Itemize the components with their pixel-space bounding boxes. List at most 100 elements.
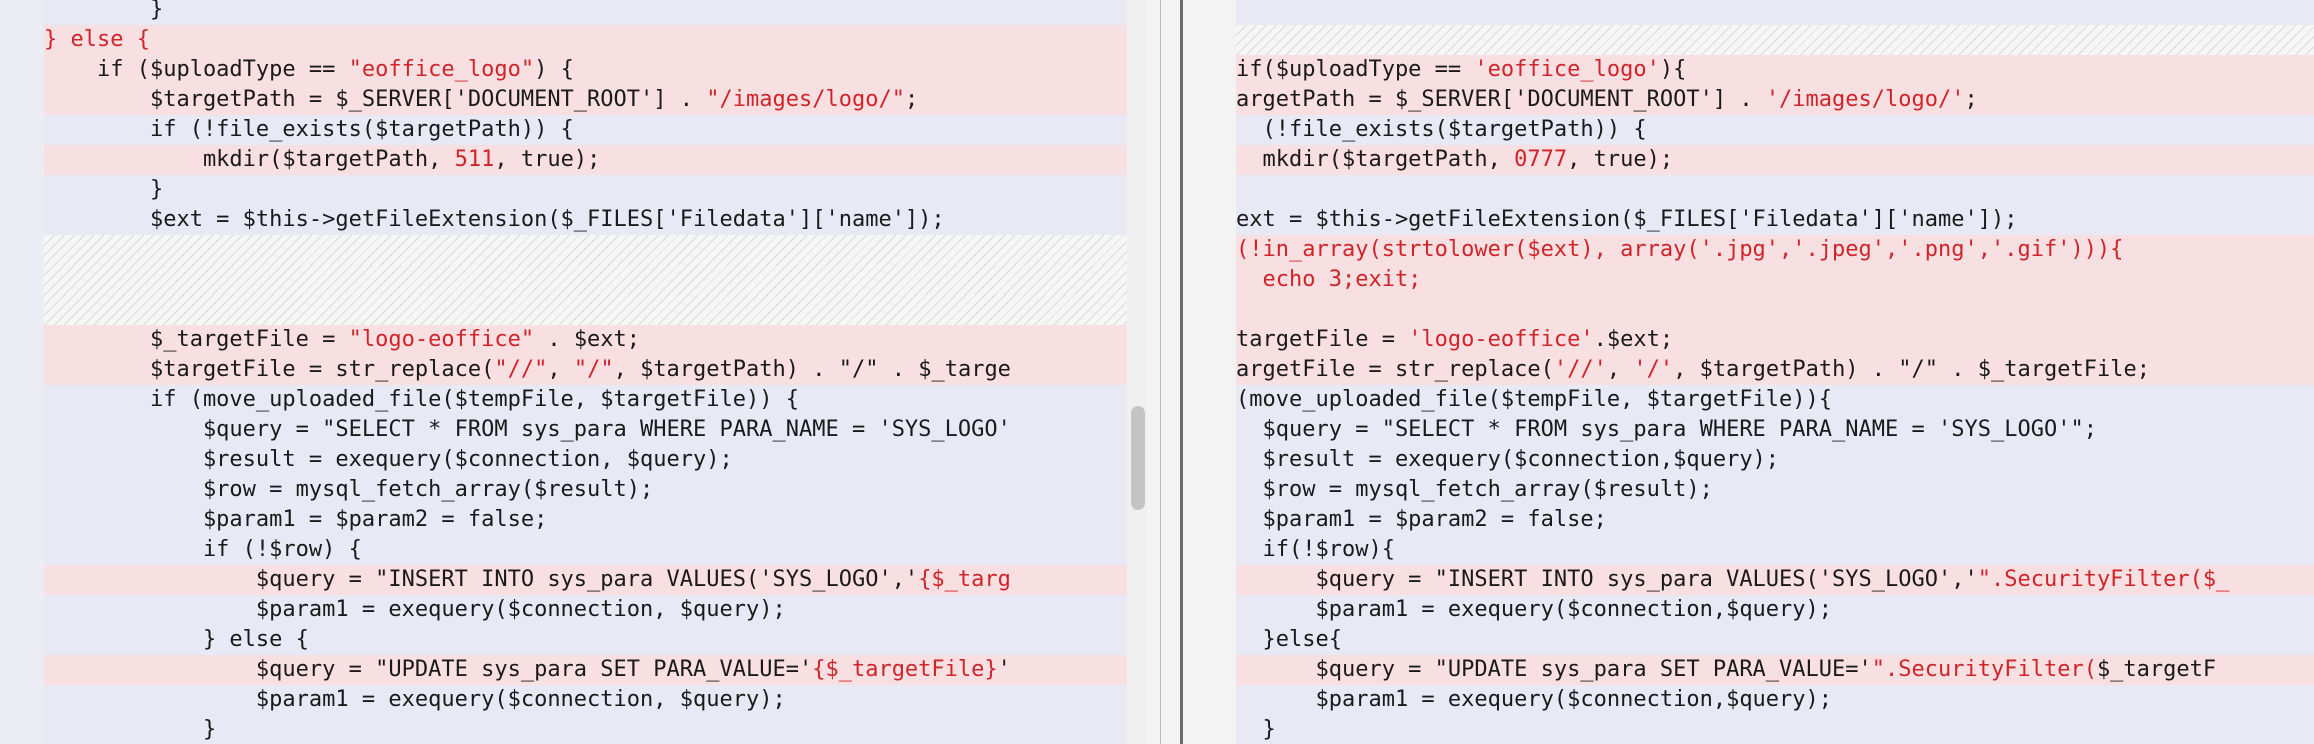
code-token: (!file_exists($targetPath)) {: [1236, 117, 1647, 142]
diff-highlight-token: ".SecurityFilter($_: [1977, 567, 2230, 592]
code-token: ': [997, 657, 1011, 682]
code-line[interactable]: $param1 = exequery($connection, $query);: [44, 595, 1127, 625]
diff-changed-line[interactable]: if($uploadType == 'eoffice_logo'){: [1236, 55, 2314, 85]
diff-changed-line[interactable]: mkdir($targetPath, 511, true);: [44, 145, 1127, 175]
code-token: $param1 = $param2 = false;: [44, 507, 548, 532]
code-line[interactable]: $result = exequery($connection,$query);: [1236, 445, 2314, 475]
code-token: $query = "INSERT INTO sys_para VALUES('S…: [44, 567, 919, 592]
code-line[interactable]: $param1 = exequery($connection,$query);: [1236, 685, 2314, 715]
code-line[interactable]: } else {: [44, 625, 1127, 655]
code-token: , $targetPath) . "/" . $_targetFile;: [1673, 357, 2150, 382]
diff-changed-line[interactable]: echo 3;exit;: [1236, 265, 2314, 295]
diff-changed-line[interactable]: $_targetFile = "logo-eoffice" . $ext;: [44, 325, 1127, 355]
code-line[interactable]: $param1 = $param2 = false;: [1236, 505, 2314, 535]
diff-changed-line[interactable]: argetPath = $_SERVER['DOCUMENT_ROOT'] . …: [1236, 85, 2314, 115]
left-pane-scrollbar-track[interactable]: [1127, 0, 1147, 744]
pane-divider-handle[interactable]: [1180, 0, 1183, 744]
diff-changed-line[interactable]: mkdir($targetPath, 0777, true);: [1236, 145, 2314, 175]
diff-highlight-token: '/images/logo/': [1765, 87, 1965, 112]
code-token: $param1 = exequery($connection,$query);: [1236, 687, 1833, 712]
left-pane-scrollbar-thumb[interactable]: [1131, 406, 1145, 510]
diff-highlight-token: 511: [454, 147, 495, 172]
code-token: argetPath = $_SERVER['DOCUMENT_ROOT'] .: [1236, 87, 1766, 112]
diff-highlight-token: 0777: [1514, 147, 1568, 172]
diff-highlight-token: '//': [1553, 357, 1607, 382]
code-line[interactable]: if (!file_exists($targetPath)) {: [44, 115, 1127, 145]
code-line[interactable]: [1236, 175, 2314, 205]
diff-changed-line[interactable]: [1236, 295, 2314, 325]
right-code-pane[interactable]: if($uploadType == 'eoffice_logo'){argetP…: [1236, 0, 2314, 744]
code-line[interactable]: $query = "SELECT * FROM sys_para WHERE P…: [1236, 415, 2314, 445]
diff-gap-placeholder: [44, 295, 1127, 325]
diff-changed-line[interactable]: $query = "UPDATE sys_para SET PARA_VALUE…: [44, 655, 1127, 685]
diff-changed-line[interactable]: targetFile = 'logo-eoffice'.$ext;: [1236, 325, 2314, 355]
code-line[interactable]: $param1 = exequery($connection, $query);: [44, 685, 1127, 715]
diff-changed-line[interactable]: $query = "INSERT INTO sys_para VALUES('S…: [44, 565, 1127, 595]
code-line[interactable]: $row = mysql_fetch_array($result);: [1236, 475, 2314, 505]
code-token: }: [44, 717, 217, 742]
code-token: $_targetFile =: [44, 327, 349, 352]
code-line[interactable]: }: [44, 175, 1127, 205]
code-line[interactable]: }else{: [1236, 625, 2314, 655]
code-line[interactable]: (move_uploaded_file($tempFile, $targetFi…: [1236, 385, 2314, 415]
code-token: (move_uploaded_file($tempFile, $targetFi…: [1236, 387, 1833, 412]
diff-changed-line[interactable]: $query = "UPDATE sys_para SET PARA_VALUE…: [1236, 655, 2314, 685]
code-token: if($uploadType ==: [1236, 57, 1475, 82]
code-line[interactable]: }: [44, 715, 1127, 744]
code-line[interactable]: [1236, 0, 2314, 25]
code-line[interactable]: ext = $this->getFileExtension($_FILES['F…: [1236, 205, 2314, 235]
code-line[interactable]: $result = exequery($connection, $query);: [44, 445, 1127, 475]
diff-highlight-token: echo 3;exit;: [1236, 267, 1422, 292]
code-line[interactable]: $param1 = $param2 = false;: [44, 505, 1127, 535]
diff-changed-line[interactable]: $targetPath = $_SERVER['DOCUMENT_ROOT'] …: [44, 85, 1127, 115]
code-line[interactable]: $query = "SELECT * FROM sys_para WHERE P…: [44, 415, 1127, 445]
diff-highlight-token: "//": [494, 357, 548, 382]
diff-highlight-token: } else {: [44, 27, 150, 52]
diff-changed-line[interactable]: $targetFile = str_replace("//", "/", $ta…: [44, 355, 1127, 385]
code-token: $param1 = exequery($connection, $query);: [44, 687, 786, 712]
code-token: if (!$row) {: [44, 537, 362, 562]
code-token: $query = "UPDATE sys_para SET PARA_VALUE…: [1236, 657, 1872, 682]
code-line[interactable]: if (!$row) {: [44, 535, 1127, 565]
diff-highlight-token: "/": [573, 357, 614, 382]
diff-highlight-token: "eoffice_logo": [348, 57, 535, 82]
code-line[interactable]: $ext = $this->getFileExtension($_FILES['…: [44, 205, 1127, 235]
code-token: $ext = $this->getFileExtension($_FILES['…: [44, 207, 945, 232]
code-token: $query = "SELECT * FROM sys_para WHERE P…: [1236, 417, 2097, 442]
code-line[interactable]: }: [1236, 715, 2314, 744]
diff-highlight-token: {$_targ: [918, 567, 1011, 592]
code-line[interactable]: }: [44, 0, 1127, 25]
code-token: $result = exequery($connection, $query);: [44, 447, 733, 472]
code-line[interactable]: (!file_exists($targetPath)) {: [1236, 115, 2314, 145]
code-token: if ($uploadType ==: [44, 57, 349, 82]
code-token: }else{: [1236, 627, 1342, 652]
diff-highlight-token: '/': [1633, 357, 1674, 382]
code-token: $param1 = exequery($connection, $query);: [44, 597, 786, 622]
code-line[interactable]: $row = mysql_fetch_array($result);: [44, 475, 1127, 505]
code-line[interactable]: $param1 = exequery($connection,$query);: [1236, 595, 2314, 625]
code-token: ,: [547, 357, 574, 382]
diff-highlight-token: ".SecurityFilter(: [1871, 657, 2097, 682]
diff-changed-line[interactable]: $query = "INSERT INTO sys_para VALUES('S…: [1236, 565, 2314, 595]
diff-changed-line[interactable]: } else {: [44, 25, 1127, 55]
diff-highlight-token: "logo-eoffice": [348, 327, 535, 352]
diff-changed-line[interactable]: (!in_array(strtolower($ext), array('.jpg…: [1236, 235, 2314, 265]
code-token: ){: [1659, 57, 1687, 82]
diff-changed-line[interactable]: if ($uploadType == "eoffice_logo") {: [44, 55, 1127, 85]
code-token: $targetPath = $_SERVER['DOCUMENT_ROOT'] …: [44, 87, 707, 112]
code-token: , $targetPath) . "/" . $_targe: [613, 357, 1011, 382]
code-token: $param1 = $param2 = false;: [1236, 507, 1607, 532]
code-token: argetFile = str_replace(: [1236, 357, 1554, 382]
code-token: } else {: [44, 627, 309, 652]
diff-changed-line[interactable]: argetFile = str_replace('//', '/', $targ…: [1236, 355, 2314, 385]
code-token: ;: [904, 87, 919, 112]
diff-highlight-token: 'logo-eoffice': [1408, 327, 1594, 352]
code-token: ,: [1606, 357, 1634, 382]
diff-highlight-token: {$_targetFile}: [812, 657, 998, 682]
code-line[interactable]: if(!$row){: [1236, 535, 2314, 565]
code-token: if(!$row){: [1236, 537, 1395, 562]
code-line[interactable]: if (move_uploaded_file($tempFile, $targe…: [44, 385, 1127, 415]
code-token: targetFile =: [1236, 327, 1409, 352]
code-token: ;: [1964, 87, 1978, 112]
left-code-pane[interactable]: }} else { if ($uploadType == "eoffice_lo…: [44, 0, 1127, 744]
